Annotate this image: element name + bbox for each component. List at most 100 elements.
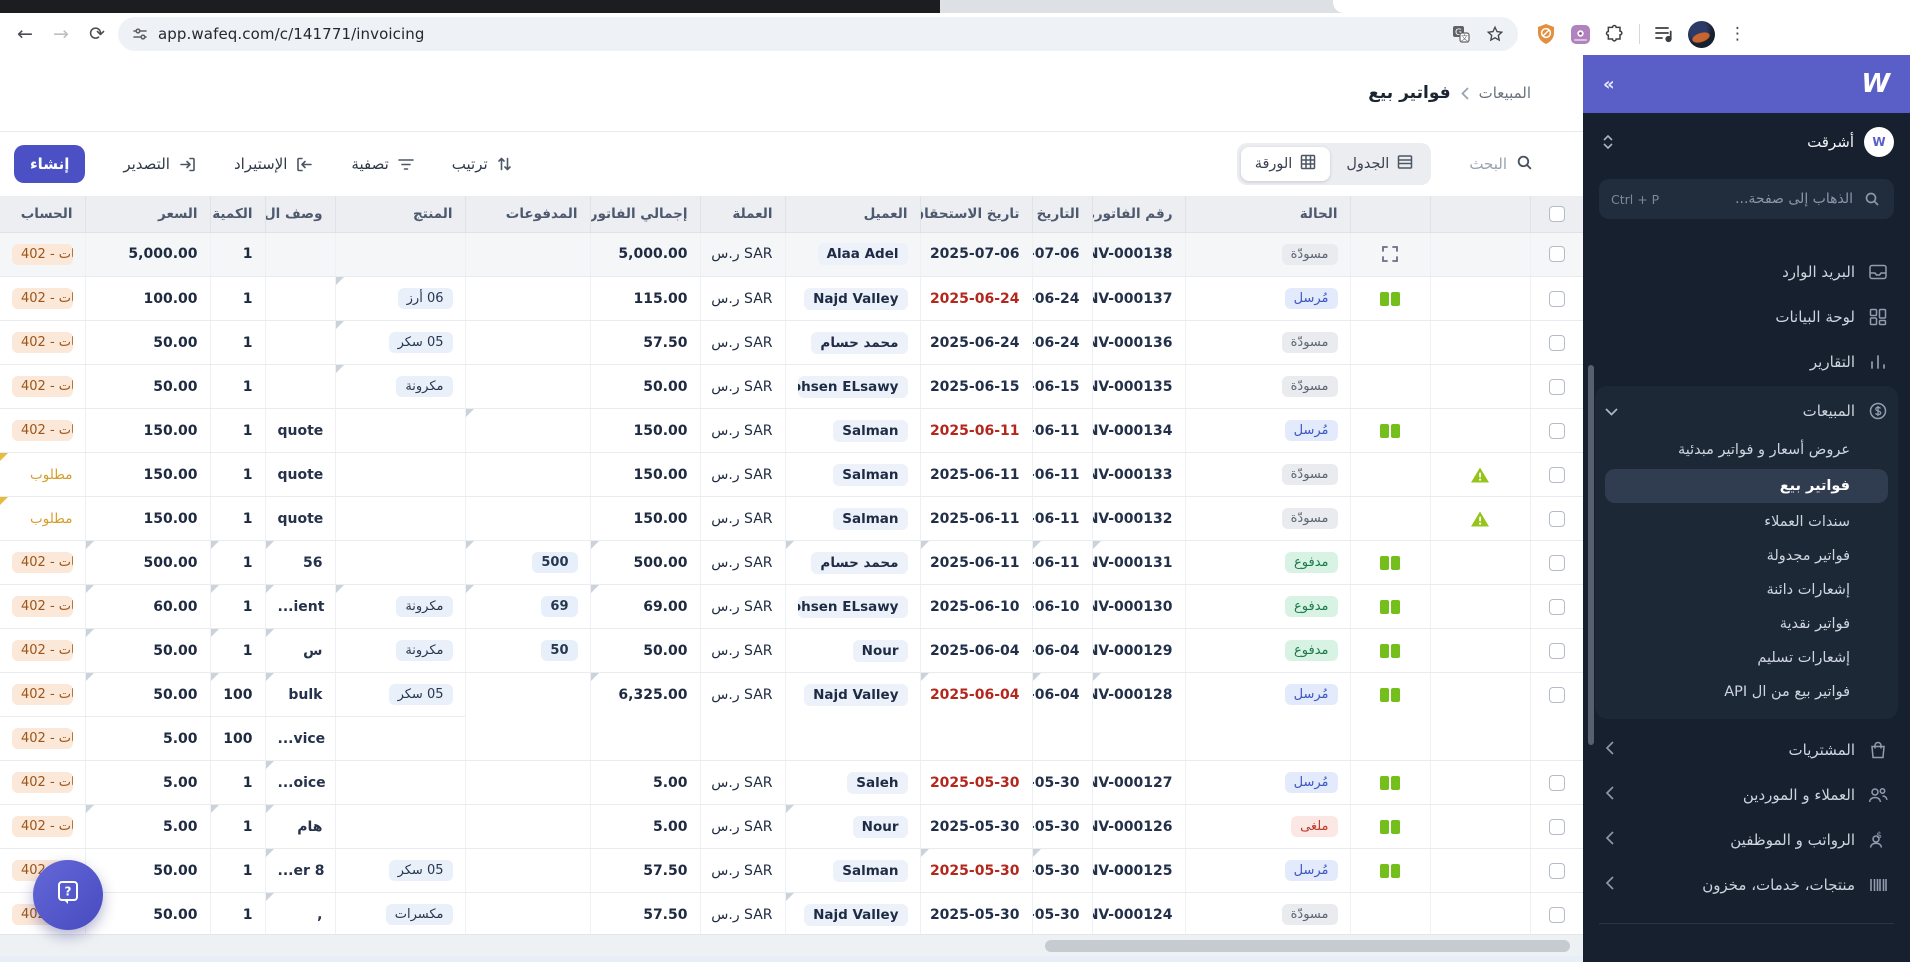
select-all-checkbox[interactable] — [1548, 205, 1565, 222]
account-badge[interactable]: 402 - مبيعات — [12, 640, 73, 661]
breadcrumb-section[interactable]: المبيعات — [1479, 84, 1531, 102]
account-badge[interactable]: 402 - مبيعات — [12, 816, 73, 837]
horizontal-scrollbar[interactable] — [0, 933, 1583, 956]
filter-button[interactable]: تصفية — [351, 155, 414, 173]
account-badge[interactable]: 402 - مبيعات — [12, 772, 73, 793]
journal-entry-icon[interactable] — [1363, 555, 1418, 571]
customer-badge[interactable]: Salman — [833, 507, 908, 530]
row-checkbox[interactable] — [1548, 818, 1565, 835]
sidebar-scrollbar[interactable] — [1588, 365, 1594, 745]
sidebar-item-purchases[interactable]: المشتريات — [1595, 727, 1898, 772]
customer-badge[interactable]: Nour — [852, 815, 908, 838]
row-checkbox[interactable] — [1548, 774, 1565, 791]
customer-badge[interactable]: Salman — [833, 463, 908, 486]
product-badge[interactable]: مكرونة — [396, 376, 453, 397]
journal-entry-icon[interactable] — [1363, 775, 1418, 791]
row-checkbox[interactable] — [1548, 510, 1565, 527]
sidebar-item-reports[interactable]: التقارير — [1595, 339, 1898, 384]
goto-page-search[interactable]: الذهاب إلى صفحة... Ctrl + P — [1599, 179, 1894, 219]
browser-profile-avatar[interactable] — [1688, 20, 1715, 48]
invoice-row[interactable]: مُرسلINV-0001342025-06-112025-06-11Salma… — [0, 408, 1583, 453]
translate-icon[interactable]: G文 — [1452, 25, 1470, 43]
help-button[interactable]: ? — [33, 860, 103, 930]
customer-badge[interactable]: Najd Valley — [804, 903, 908, 926]
product-badge[interactable]: 05 سكر — [388, 332, 453, 353]
sidebar-item-inbox[interactable]: البريد الوارد — [1595, 249, 1898, 294]
account-badge[interactable]: 402 - مبيعات — [12, 243, 73, 265]
payment-badge[interactable]: 50 — [541, 640, 578, 661]
row-checkbox[interactable] — [1548, 642, 1565, 659]
sidebar-item-payroll[interactable]: $ الرواتب و الموظفين — [1595, 817, 1898, 862]
row-checkbox[interactable] — [1548, 906, 1565, 923]
invoice-row[interactable]: مدفوعINV-0001292025-06-042025-06-04NourS… — [0, 628, 1583, 673]
invoice-row[interactable]: مدفوعINV-0001302025-06-102025-06-10Mohse… — [0, 584, 1583, 629]
invoice-row[interactable]: مُرسلINV-0001252025-05-302025-05-30Salma… — [0, 848, 1583, 893]
shield-extension-icon[interactable] — [1536, 23, 1556, 45]
row-checkbox[interactable] — [1548, 378, 1565, 395]
address-bar[interactable]: app.wafeq.com/c/141771/invoicing G文 — [118, 17, 1518, 51]
account-badge[interactable]: 402 - مبيعات — [12, 552, 73, 573]
row-checkbox[interactable] — [1548, 466, 1565, 483]
invoice-row[interactable]: ...vice1005.00 402 - مبيعات — [0, 716, 1583, 761]
product-badge[interactable]: 05 سكر — [388, 860, 453, 881]
sidebar-collapse-icon[interactable]: » — [1603, 74, 1615, 95]
forward-icon[interactable]: → — [46, 19, 76, 49]
row-checkbox[interactable] — [1548, 246, 1565, 263]
invoice-row[interactable]: مُرسلINV-0001272025-05-302025-05-30Saleh… — [0, 760, 1583, 805]
row-checkbox[interactable] — [1548, 862, 1565, 879]
browser-menu-icon[interactable]: ⋮ — [1729, 24, 1746, 44]
site-settings-icon[interactable] — [132, 26, 148, 42]
customer-badge[interactable]: محمد حسام — [811, 551, 908, 574]
customer-badge[interactable]: Najd Valley — [804, 683, 908, 706]
product-badge[interactable]: 05 سكر — [388, 684, 453, 705]
media-playlist-icon[interactable] — [1654, 25, 1674, 43]
invoice-row[interactable]: مدفوعINV-0001312025-06-112025-06-11محمد … — [0, 540, 1583, 585]
account-badge[interactable]: 402 - مبيعات — [12, 420, 73, 441]
sidebar-item-inventory[interactable]: منتجات، خدمات، مخزون — [1595, 862, 1898, 907]
account-badge[interactable]: 402 - مبيعات — [12, 332, 73, 353]
row-checkbox[interactable] — [1548, 598, 1565, 615]
journal-entry-icon[interactable] — [1363, 643, 1418, 659]
customer-badge[interactable]: Salman — [833, 859, 908, 882]
row-checkbox[interactable] — [1548, 290, 1565, 307]
customer-badge[interactable]: Nour — [852, 639, 908, 662]
reload-icon[interactable]: ⟳ — [82, 19, 112, 49]
invoice-row[interactable]: مسودّةINV-0001322025-06-112025-06-11Salm… — [0, 496, 1583, 541]
workspace-switcher[interactable]: W أشرقت — [1583, 113, 1910, 171]
invoice-row[interactable]: مسودّةINV-0001242025-05-302025-05-30Najd… — [0, 892, 1583, 934]
invoice-row[interactable]: مُرسلINV-0001372025-06-242025-06-24Najd … — [0, 276, 1583, 321]
back-icon[interactable]: ← — [10, 19, 40, 49]
row-checkbox[interactable] — [1548, 554, 1565, 571]
journal-entry-icon[interactable] — [1363, 423, 1418, 439]
journal-entry-icon[interactable] — [1363, 863, 1418, 879]
pink-extension-icon[interactable] — [1570, 24, 1591, 45]
wafeq-logo[interactable]: W — [1861, 71, 1890, 97]
payment-badge[interactable]: 500 — [532, 552, 578, 573]
sidebar-subitem[interactable]: فواتير بيع من ال API — [1595, 675, 1898, 709]
customer-badge[interactable]: Salman — [833, 419, 908, 442]
journal-entry-icon[interactable] — [1363, 819, 1418, 835]
sidebar-subitem[interactable]: فواتير نقدية — [1595, 607, 1898, 641]
import-button[interactable]: الإستيراد — [234, 155, 313, 173]
customer-badge[interactable]: Najd Valley — [804, 287, 908, 310]
account-badge[interactable]: 402 - مبيعات — [12, 288, 73, 309]
product-badge[interactable]: مكرونة — [396, 596, 453, 617]
journal-entry-icon[interactable] — [1363, 291, 1418, 307]
product-badge[interactable]: مكرونة — [396, 640, 453, 661]
product-badge[interactable]: 06 أرز — [397, 288, 453, 309]
sort-button[interactable]: ترتيب — [452, 155, 512, 173]
sidebar-item-contacts[interactable]: العملاء و الموردين — [1595, 772, 1898, 817]
customer-badge[interactable]: Mohsen ELsawy — [797, 375, 908, 398]
customer-badge[interactable]: Mohsen ELsawy — [797, 595, 908, 618]
invoice-row[interactable]: ملغىINV-0001262025-05-302025-05-30NourSA… — [0, 804, 1583, 849]
sidebar-subitem[interactable]: فواتير مجدولة — [1595, 539, 1898, 573]
bookmark-star-icon[interactable] — [1486, 25, 1504, 43]
row-checkbox[interactable] — [1548, 334, 1565, 351]
customer-badge[interactable]: Alaa Adel — [817, 243, 908, 266]
view-sheet-option[interactable]: الورقة — [1240, 147, 1331, 181]
extensions-puzzle-icon[interactable] — [1605, 24, 1625, 44]
customer-badge[interactable]: محمد حسام — [811, 331, 908, 354]
account-badge[interactable]: 402 - مبيعات — [12, 684, 73, 705]
sidebar-item-sales[interactable]: المبيعات — [1595, 388, 1898, 433]
invoice-row[interactable]: مُرسلINV-0001282025-06-042025-06-04Najd … — [0, 672, 1583, 717]
